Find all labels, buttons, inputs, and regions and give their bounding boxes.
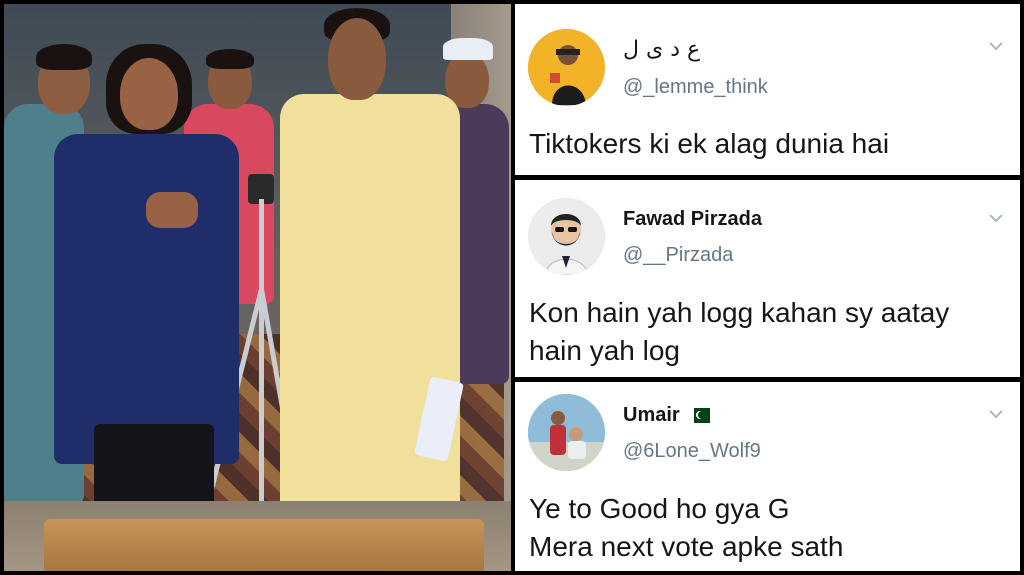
avatar[interactable] — [528, 29, 605, 106]
tweet-card-2[interactable]: Fawad Pirzada @__Pirzada Kon hain yah lo… — [515, 180, 1020, 377]
kids-photo-avatar-icon — [528, 394, 605, 471]
table — [44, 519, 484, 571]
video-still-photo — [4, 4, 511, 571]
pakistan-flag-icon — [687, 408, 710, 423]
user-handle[interactable]: @_lemme_think — [623, 76, 768, 99]
tweet-card-1[interactable]: ع د ی ل @_lemme_think Tiktokers ki ek al… — [515, 4, 1020, 175]
display-name[interactable]: ع د ی ل — [623, 37, 700, 62]
person-blue-coat — [54, 44, 244, 571]
chevron-down-icon[interactable] — [988, 210, 1004, 226]
tweet-card-3[interactable]: Umair @6Lone_Wolf9 Ye to Good ho gya G M… — [515, 382, 1020, 571]
user-handle[interactable]: @6Lone_Wolf9 — [623, 440, 761, 463]
avatar[interactable] — [528, 198, 605, 275]
display-name-text[interactable]: Umair — [623, 404, 680, 427]
tweet-text-line: hain yah log — [529, 335, 681, 366]
tweet-text-line: Ye to Good ho gya G — [529, 493, 790, 524]
display-name[interactable]: Fawad Pirzada — [623, 208, 762, 231]
tweet-text: Kon hain yah logg kahan sy aatay hain ya… — [529, 294, 1008, 370]
tweet-text-line: Kon hain yah logg kahan sy aatay — [529, 297, 950, 328]
display-name[interactable]: Umair — [623, 404, 710, 427]
display-name-text[interactable]: ع د ی ل — [623, 37, 700, 62]
tweet-text-line: Mera next vote apke sath — [529, 531, 844, 562]
bearded-man-sunglasses-avatar-icon — [528, 198, 604, 275]
display-name-text[interactable]: Fawad Pirzada — [623, 208, 762, 231]
user-handle[interactable]: @__Pirzada — [623, 244, 733, 267]
tweet-text: Tiktokers ki ek alag dunia hai — [529, 128, 890, 159]
person-cream-kurta — [274, 4, 464, 544]
tweet-text: Ye to Good ho gya G Mera next vote apke … — [529, 490, 1008, 566]
chevron-down-icon[interactable] — [988, 406, 1004, 422]
man-with-cap-avatar-icon — [528, 29, 604, 105]
avatar[interactable] — [528, 394, 605, 471]
chevron-down-icon[interactable] — [988, 38, 1004, 54]
